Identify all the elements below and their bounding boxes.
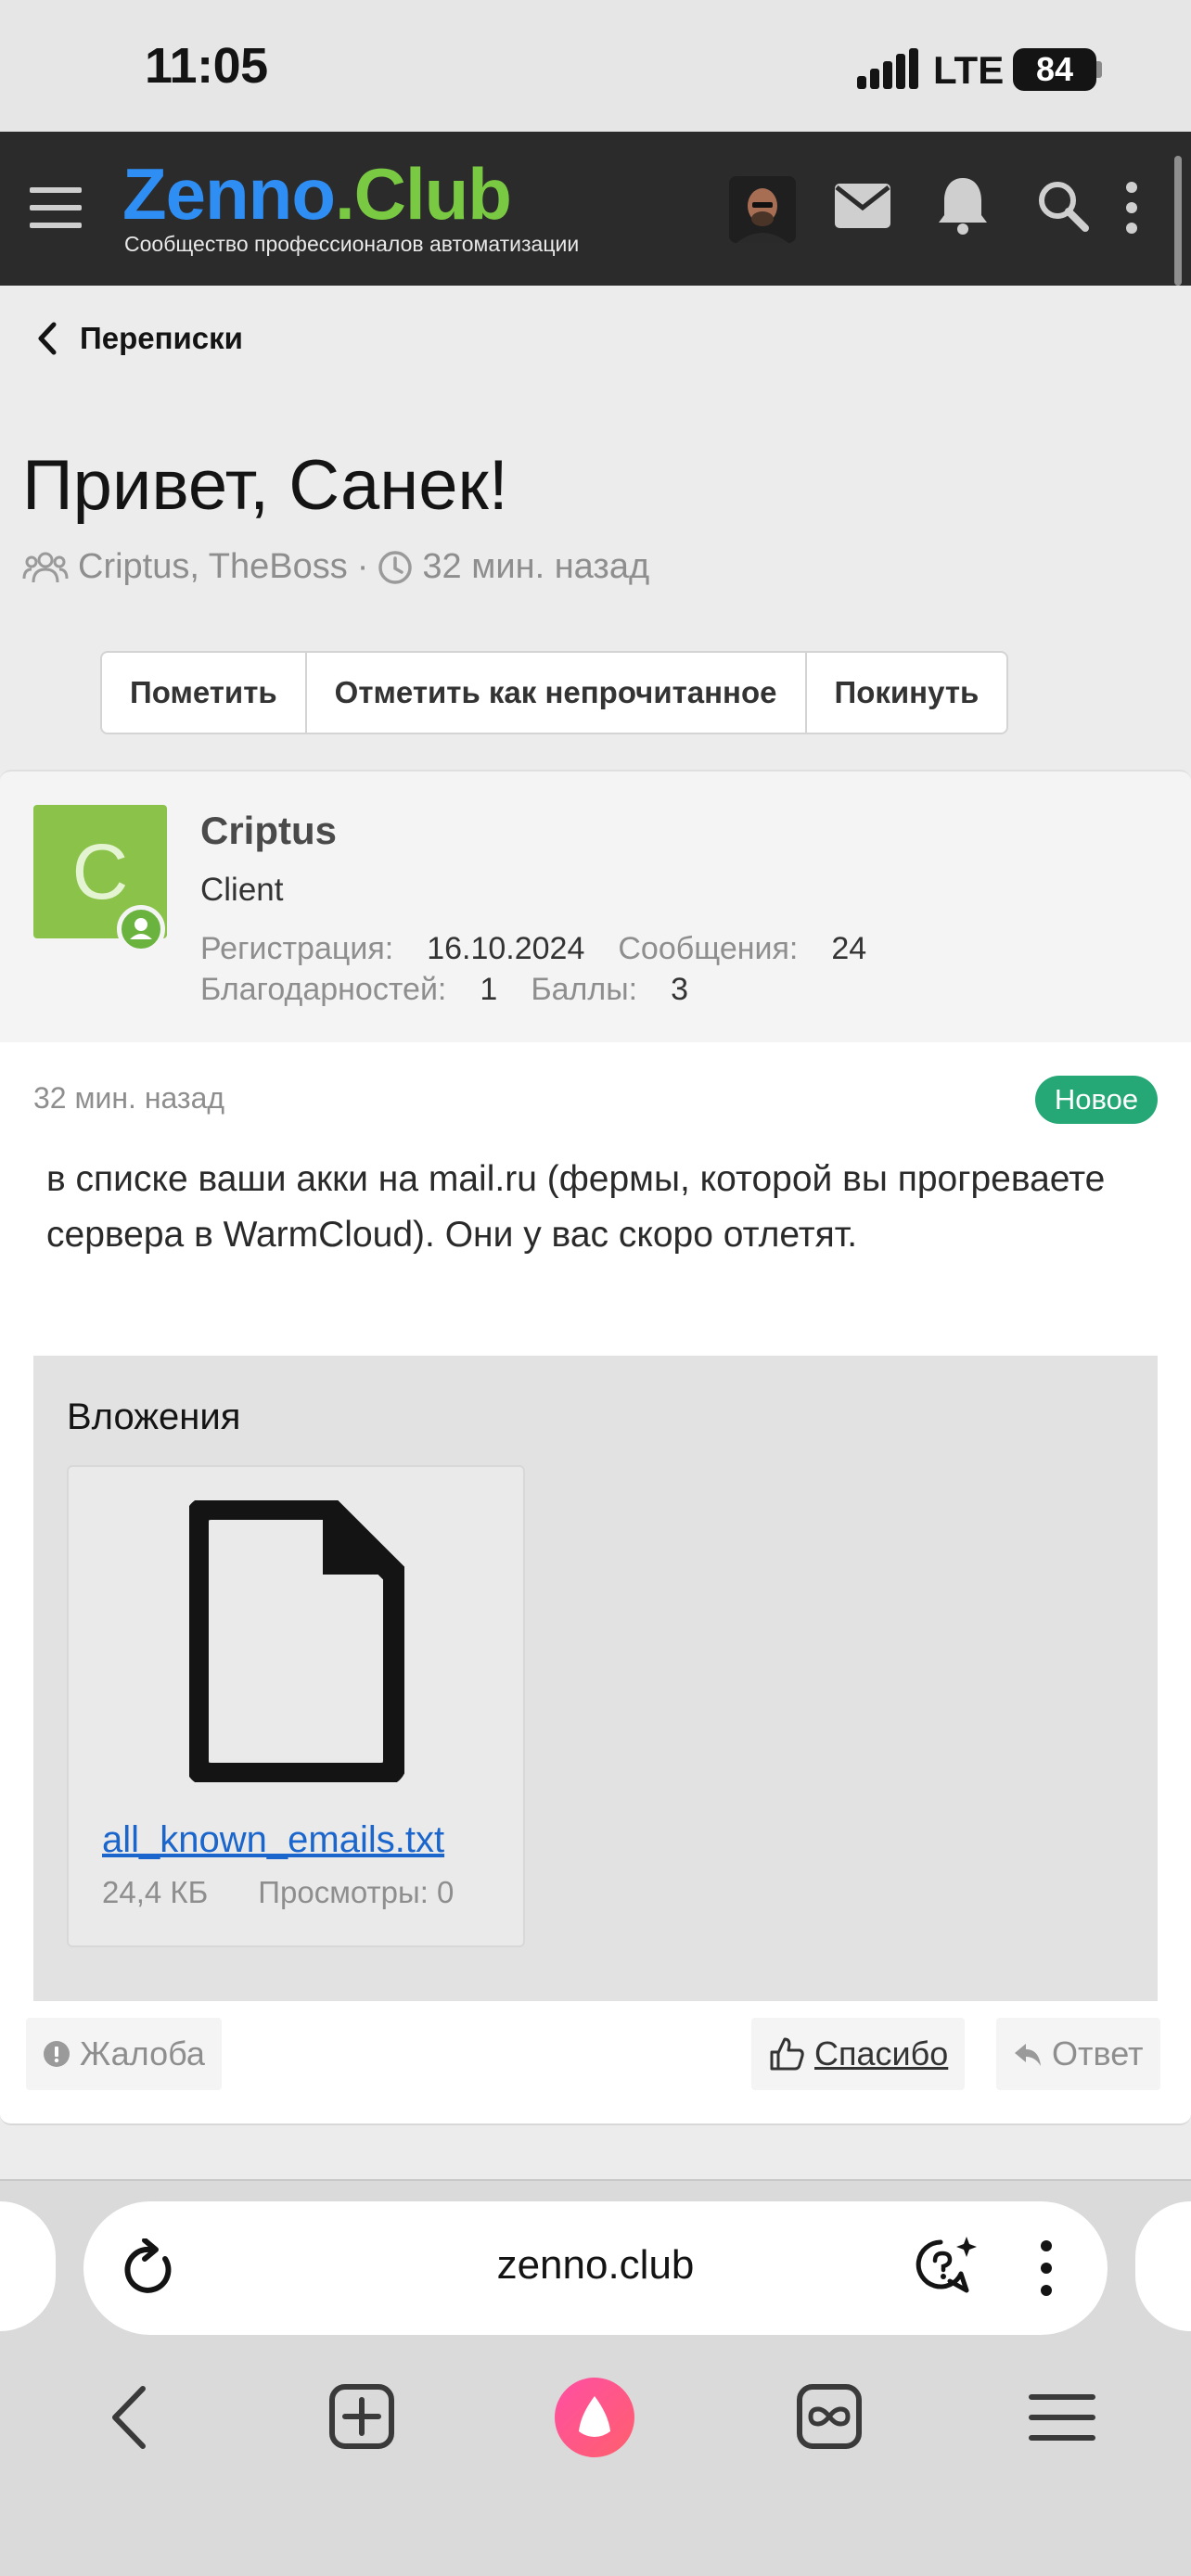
author-role: Client (200, 872, 284, 908)
mark-button[interactable]: Пометить (102, 653, 307, 733)
chevron-left-icon (38, 322, 57, 355)
status-bar: 11:05 LTE 84 (0, 0, 1191, 132)
page-title: Привет, Санек! (22, 446, 508, 525)
logo-club: .Club (334, 153, 512, 235)
ai-assistant-icon[interactable] (913, 2233, 980, 2300)
battery-tip (1096, 61, 1102, 78)
alert-icon (44, 2041, 70, 2067)
points-value: 3 (671, 972, 689, 1007)
thanks-label: Спасибо (814, 2034, 949, 2072)
site-logo[interactable]: Zenno.Club (122, 158, 512, 230)
attachment-size: 24,4 КБ (102, 1875, 209, 1909)
message-time[interactable]: 32 мин. назад (33, 1081, 224, 1116)
conversation-meta: Criptus, TheBoss · 32 мин. назад (22, 547, 649, 587)
battery-icon: 84 (1013, 48, 1096, 91)
attachments-title: Вложения (67, 1396, 241, 1437)
thanks-label: Благодарностей: (200, 972, 447, 1007)
users-icon (22, 552, 69, 582)
online-status-icon (117, 905, 165, 953)
message-author: C Criptus Client Регистрация: 16.10.2024 С… (0, 770, 1191, 1042)
page-scrollbar[interactable] (1174, 156, 1182, 286)
report-label: Жалоба (80, 2034, 205, 2072)
more-vertical-icon[interactable] (1039, 2238, 1054, 2298)
logo-zenno: Zenno (122, 153, 336, 235)
network-type: LTE (933, 48, 1005, 92)
report-button[interactable]: Жалоба (26, 2018, 222, 2090)
reply-icon (1015, 2044, 1041, 2066)
mark-unread-button[interactable]: Отметить как непрочитанное (307, 653, 807, 733)
participants[interactable]: Criptus, TheBoss (78, 547, 348, 587)
menu-icon[interactable] (1028, 2392, 1096, 2442)
back-icon[interactable] (108, 2385, 148, 2450)
message-body: 32 мин. назад Новое в списке ваши акки н… (0, 1042, 1191, 2125)
bell-icon[interactable] (935, 174, 991, 240)
reg-value: 16.10.2024 (427, 931, 585, 966)
breadcrumb[interactable]: Переписки (37, 321, 243, 356)
signal-icon (857, 48, 918, 89)
breadcrumb-label: Переписки (80, 321, 243, 355)
clock-icon (378, 550, 413, 584)
browser-nav-bar (0, 2374, 1191, 2459)
thanks-value: 1 (480, 972, 498, 1007)
reply-label: Ответ (1052, 2034, 1144, 2072)
attachment-views: Просмотры: 0 (258, 1875, 455, 1909)
thumbs-up-icon (770, 2037, 804, 2071)
site-tagline: Сообщество профессионалов автоматизации (124, 232, 580, 256)
meta-separator: · (356, 547, 369, 586)
messages-label: Сообщения: (618, 931, 799, 966)
author-stats-row-1: Регистрация: 16.10.2024 Сообщения: 24 (200, 931, 900, 967)
hamburger-icon[interactable] (30, 187, 82, 228)
conversation-time: 32 мин. назад (422, 547, 650, 586)
more-vertical-icon[interactable] (1124, 182, 1139, 238)
points-label: Баллы: (531, 972, 638, 1007)
author-stats-row-2: Благодарностей: 1 Баллы: 3 (200, 972, 722, 1008)
new-tab-icon[interactable] (328, 2383, 395, 2450)
messages-value: 24 (831, 931, 867, 966)
new-badge: Новое (1035, 1076, 1158, 1124)
attachment-meta: 24,4 КБ Просмотры: 0 (102, 1875, 454, 1910)
status-time: 11:05 (145, 38, 268, 94)
reply-button[interactable]: Ответ (996, 2018, 1160, 2090)
attachment-card[interactable]: all_known_emails.txt 24,4 КБ Просмотры: … (67, 1465, 525, 1947)
attachment-link[interactable]: all_known_emails.txt (102, 1819, 444, 1861)
leave-button[interactable]: Покинуть (807, 653, 1007, 733)
thanks-button[interactable]: Спасибо (751, 2018, 966, 2090)
site-header: Zenno.Club Сообщество профессионалов авт… (0, 132, 1191, 286)
mail-icon[interactable] (833, 182, 892, 235)
conversation-actions: Пометить Отметить как непрочитанное Поки… (100, 651, 1009, 734)
address-bar[interactable]: zenno.club (83, 2201, 1108, 2335)
alice-assistant-icon[interactable] (555, 2378, 634, 2457)
tabs-icon[interactable] (796, 2383, 863, 2450)
attachments-box: Вложения all_known_emails.txt 24,4 КБ Пр… (33, 1356, 1158, 2001)
message-text: в списке ваши акки на mail.ru (фермы, ко… (46, 1159, 1106, 1255)
avatar[interactable] (729, 176, 796, 243)
file-icon[interactable] (189, 1500, 404, 1782)
search-icon[interactable] (1035, 178, 1091, 238)
reg-label: Регистрация: (200, 931, 394, 966)
author-name[interactable]: Criptus (200, 809, 337, 853)
